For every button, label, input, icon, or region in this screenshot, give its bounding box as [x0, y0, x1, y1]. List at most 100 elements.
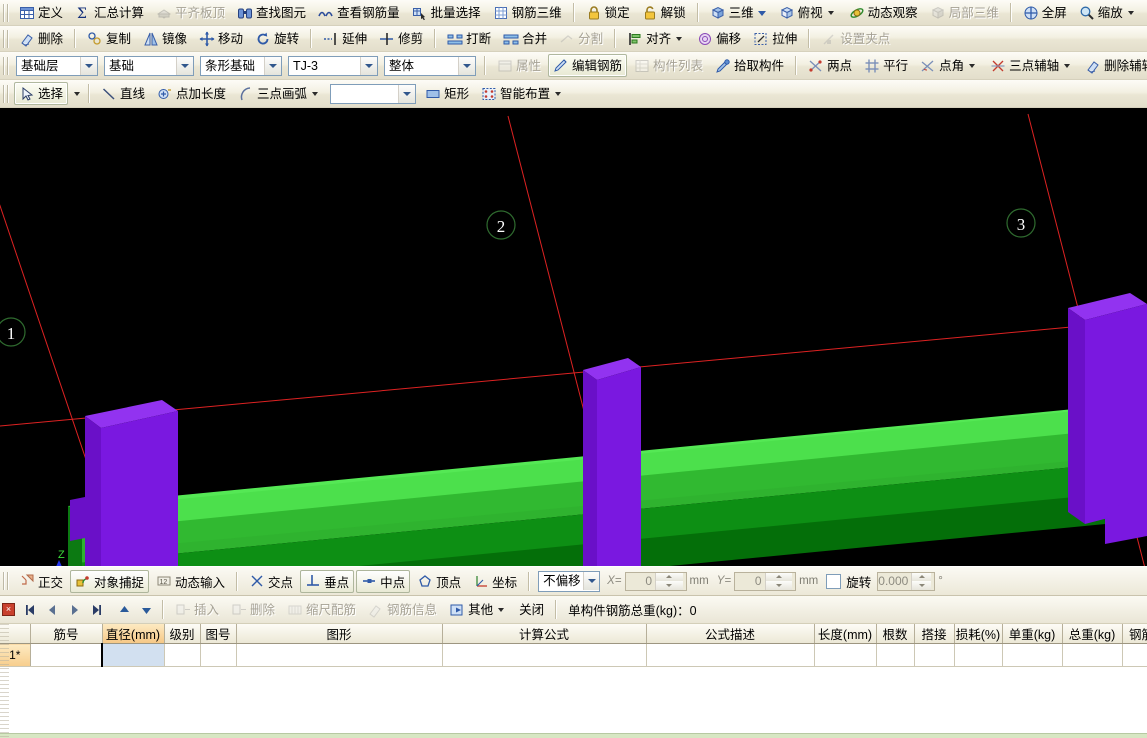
- x-coord-input[interactable]: 0: [625, 572, 687, 591]
- align-button[interactable]: 对齐: [622, 27, 690, 50]
- cell-rebar-no[interactable]: [30, 644, 102, 667]
- trim-button[interactable]: 修剪: [374, 27, 428, 50]
- col-formula-desc-header[interactable]: 公式描述: [646, 624, 814, 644]
- rotate-button[interactable]: 旋转: [250, 27, 304, 50]
- move-button[interactable]: 移动: [194, 27, 248, 50]
- summary-calc-button[interactable]: Σ 汇总计算: [70, 1, 149, 24]
- cell-unit-weight[interactable]: [1002, 644, 1062, 667]
- floor-combo-arrow[interactable]: [80, 57, 97, 75]
- col-shape-no-header[interactable]: 图号: [200, 624, 236, 644]
- other-button[interactable]: 其他: [444, 598, 512, 621]
- col-unit-weight-header[interactable]: 单重(kg): [1002, 624, 1062, 644]
- col-formula-header[interactable]: 计算公式: [442, 624, 646, 644]
- align-caret[interactable]: [676, 37, 682, 41]
- top-view-caret[interactable]: [828, 11, 834, 15]
- col-loss-header[interactable]: 损耗(%): [954, 624, 1002, 644]
- col-shape-header[interactable]: 图形: [236, 624, 442, 644]
- unlock-button[interactable]: 解锁: [637, 1, 691, 24]
- edit-rebar-button[interactable]: 编辑钢筋: [548, 54, 627, 77]
- col-total-weight-header[interactable]: 总重(kg): [1062, 624, 1122, 644]
- dynamic-observe-button[interactable]: 动态观察: [844, 1, 923, 24]
- close-panel-icon[interactable]: ×: [2, 603, 15, 616]
- cell-diameter[interactable]: [102, 644, 164, 667]
- snap-coordinate-toggle[interactable]: 坐标: [468, 570, 522, 593]
- col-rebar-class-header[interactable]: 钢筋归类: [1122, 624, 1147, 644]
- cell-count[interactable]: [876, 644, 914, 667]
- other-caret[interactable]: [498, 608, 504, 612]
- break-button[interactable]: 打断: [442, 27, 496, 50]
- table-row[interactable]: 1*: [0, 644, 1147, 667]
- two-point-button[interactable]: 两点: [803, 54, 857, 77]
- close-button[interactable]: 关闭: [514, 598, 549, 621]
- y-coord-input[interactable]: 0: [734, 572, 796, 591]
- three-point-axis-caret[interactable]: [1064, 64, 1070, 68]
- three-point-axis-button[interactable]: 三点辅轴: [985, 54, 1078, 77]
- toolbar-grip-3[interactable]: [3, 57, 10, 75]
- nav-down-button[interactable]: [135, 600, 157, 620]
- snap-perpendicular-toggle[interactable]: 垂点: [300, 570, 354, 593]
- category-combo[interactable]: 基础: [104, 56, 194, 76]
- stretch-button[interactable]: 拉伸: [748, 27, 802, 50]
- point-plus-length-button[interactable]: 点加长度: [152, 82, 231, 105]
- toolbar-grip[interactable]: [3, 4, 10, 22]
- component-type-combo[interactable]: 条形基础: [200, 56, 282, 76]
- select-button[interactable]: 选择: [14, 82, 68, 105]
- offset-button[interactable]: 偏移: [692, 27, 746, 50]
- col-lap-header[interactable]: 搭接: [914, 624, 954, 644]
- cell-loss[interactable]: [954, 644, 1002, 667]
- col-count-header[interactable]: 根数: [876, 624, 914, 644]
- dynamic-input-toggle[interactable]: 12 动态输入: [151, 570, 230, 593]
- three-point-arc-button[interactable]: 三点画弧: [233, 82, 326, 105]
- ortho-toggle[interactable]: 正交: [14, 570, 68, 593]
- find-element-button[interactable]: 查找图元: [232, 1, 311, 24]
- extend-button[interactable]: 延伸: [318, 27, 372, 50]
- rotate-checkbox[interactable]: [826, 574, 841, 589]
- three-point-arc-caret[interactable]: [312, 92, 318, 96]
- select-caret[interactable]: [74, 92, 80, 96]
- col-diameter-header[interactable]: 直径(mm): [102, 624, 164, 644]
- lock-button[interactable]: 锁定: [581, 1, 635, 24]
- category-combo-arrow[interactable]: [176, 57, 193, 75]
- floor-combo[interactable]: 基础层: [16, 56, 98, 76]
- shape-combo[interactable]: [330, 84, 416, 104]
- view-rebar-qty-button[interactable]: 查看钢筋量: [313, 1, 405, 24]
- zoom-caret[interactable]: [1128, 11, 1134, 15]
- offset-mode-arrow[interactable]: [583, 572, 599, 590]
- cell-shape[interactable]: [236, 644, 442, 667]
- nav-up-button[interactable]: [113, 600, 135, 620]
- snap-vertex-toggle[interactable]: 顶点: [412, 570, 466, 593]
- component-combo[interactable]: TJ-3: [288, 56, 378, 76]
- copy-button[interactable]: 复制: [82, 27, 136, 50]
- cell-shape-no[interactable]: [200, 644, 236, 667]
- rebar-3d-button[interactable]: 钢筋三维: [488, 1, 567, 24]
- fullscreen-button[interactable]: 全屏: [1018, 1, 1072, 24]
- pick-component-button[interactable]: 拾取构件: [710, 54, 789, 77]
- parallel-button[interactable]: 平行: [859, 54, 913, 77]
- toolbar-grip-2[interactable]: [3, 30, 10, 48]
- y-coord-spinner[interactable]: [765, 573, 796, 590]
- snap-midpoint-toggle[interactable]: 中点: [356, 570, 410, 593]
- delete-button[interactable]: 删除: [14, 27, 68, 50]
- cell-grade[interactable]: [164, 644, 200, 667]
- nav-next-button[interactable]: [63, 600, 85, 620]
- status-grip[interactable]: [3, 572, 10, 590]
- shape-combo-arrow[interactable]: [398, 85, 415, 103]
- mirror-button[interactable]: 镜像: [138, 27, 192, 50]
- cell-length[interactable]: [814, 644, 876, 667]
- offset-mode-combo[interactable]: 不偏移: [538, 571, 600, 592]
- batch-select-button[interactable]: 批量选择: [407, 1, 486, 24]
- rectangle-button[interactable]: 矩形: [420, 82, 474, 105]
- component-type-combo-arrow[interactable]: [264, 57, 281, 75]
- chevron-down-icon[interactable]: [754, 5, 767, 21]
- point-angle-caret[interactable]: [969, 64, 975, 68]
- col-rebar-no-header[interactable]: 筋号: [30, 624, 102, 644]
- top-view-button[interactable]: 俯视: [774, 1, 842, 24]
- whole-combo[interactable]: 整体: [384, 56, 476, 76]
- rotate-input[interactable]: 0.000: [877, 572, 935, 591]
- nav-first-button[interactable]: [19, 600, 41, 620]
- col-grade-header[interactable]: 级别: [164, 624, 200, 644]
- nav-last-button[interactable]: [85, 600, 107, 620]
- cell-formula-desc[interactable]: [646, 644, 814, 667]
- smart-layout-button[interactable]: 智能布置: [476, 82, 569, 105]
- col-length-header[interactable]: 长度(mm): [814, 624, 876, 644]
